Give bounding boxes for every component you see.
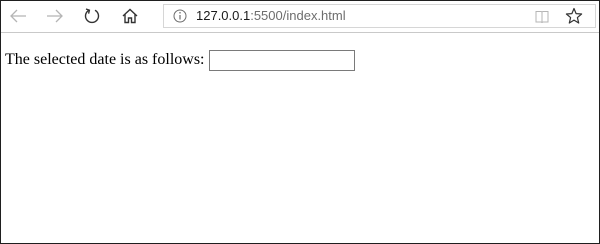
url-text[interactable]: 127.0.0.1:5500/index.html <box>196 8 346 24</box>
home-icon <box>122 8 138 24</box>
back-button[interactable] <box>4 4 32 28</box>
url-host: 127.0.0.1 <box>196 8 251 23</box>
url-path: :5500/index.html <box>250 8 346 23</box>
info-icon[interactable] <box>173 9 187 23</box>
forward-button[interactable] <box>41 4 69 28</box>
address-bar[interactable]: 127.0.0.1:5500/index.html <box>163 4 596 28</box>
browser-window: 127.0.0.1:5500/index.html The selected d… <box>0 0 600 244</box>
browser-toolbar: 127.0.0.1:5500/index.html <box>1 1 599 33</box>
page-content: The selected date is as follows: <box>5 50 355 71</box>
star-icon[interactable] <box>565 7 583 25</box>
forward-arrow-icon <box>47 9 63 23</box>
refresh-button[interactable] <box>78 4 106 28</box>
date-label: The selected date is as follows: <box>5 51 205 68</box>
reading-view-icon[interactable] <box>534 9 550 25</box>
refresh-icon <box>84 8 100 24</box>
date-input[interactable] <box>208 50 355 71</box>
home-button[interactable] <box>116 4 144 28</box>
back-arrow-icon <box>10 9 26 23</box>
